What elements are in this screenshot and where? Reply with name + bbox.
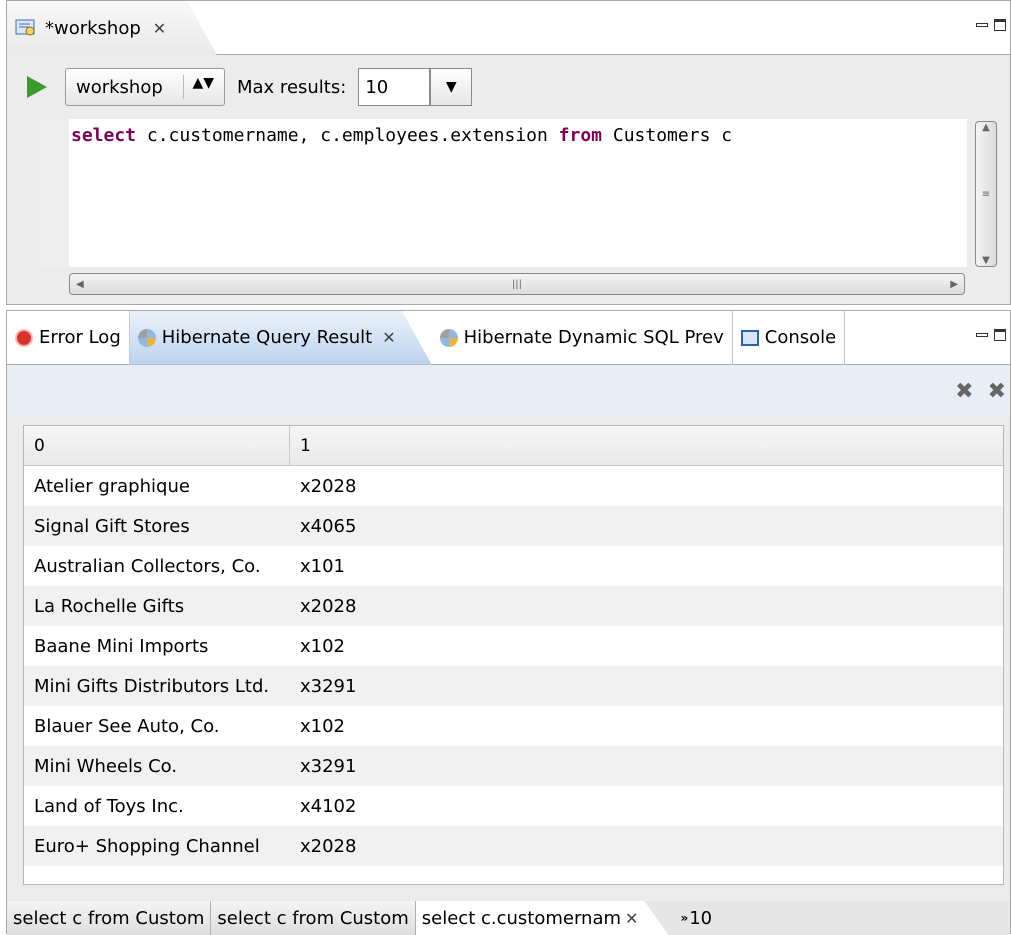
tab-hibernate-dynamic-sql[interactable]: Hibernate Dynamic SQL Prev: [432, 310, 733, 365]
query-toolbar: workshop ▲▼ Max results: 10 ▼: [7, 63, 1010, 111]
query-result-panel: Error Log Hibernate Query Result ✕ Hiber…: [6, 310, 1011, 935]
hql-editor-panel: *workshop ✕ workshop ▲▼ Max results: 10 …: [6, 0, 1011, 305]
editor-tab-workshop[interactable]: *workshop ✕: [7, 1, 217, 55]
scroll-up-icon[interactable]: ▲: [982, 122, 990, 133]
result-tab-active[interactable]: select c.customernam ✕: [416, 901, 669, 935]
view-tabstrip: Error Log Hibernate Query Result ✕ Hiber…: [7, 310, 1010, 365]
run-query-icon[interactable]: [27, 76, 47, 98]
cell-customer-name: Mini Wheels Co.: [34, 755, 178, 777]
scroll-right-icon[interactable]: ▶: [950, 279, 958, 290]
overflow-count: 10: [689, 907, 713, 929]
table-row[interactable]: La Rochelle Gifts x2028: [24, 586, 1003, 626]
cell-extension: x2028: [300, 475, 357, 497]
scroll-grip-icon: ≡: [981, 188, 991, 200]
keyword-from: from: [558, 125, 603, 146]
tab-overflow-button[interactable]: » 10: [668, 901, 712, 935]
cell-extension: x3291: [300, 755, 357, 777]
table-row[interactable]: Blauer See Auto, Co. x102: [24, 706, 1003, 746]
query-text-part2: Customers c: [602, 125, 733, 146]
table-row[interactable]: Land of Toys Inc. x4102: [24, 786, 1003, 826]
tab-label: Error Log: [39, 327, 121, 348]
cell-extension: x101: [300, 555, 346, 577]
table-row[interactable]: Atelier graphique x2028: [24, 466, 1003, 506]
cell-customer-name: Mini Gifts Distributors Ltd.: [34, 675, 270, 697]
cell-extension: x2028: [300, 595, 357, 617]
cell-extension: x2028: [300, 835, 357, 857]
configuration-value: workshop: [76, 76, 163, 98]
tab-close-icon[interactable]: ✕: [382, 328, 395, 347]
result-tab-label: select c.customernam: [421, 907, 622, 929]
result-tab-close-icon[interactable]: ✕: [625, 909, 638, 928]
cell-customer-name: Australian Collectors, Co.: [34, 555, 261, 577]
table-row[interactable]: Australian Collectors, Co. x101: [24, 546, 1003, 586]
scroll-grip-icon: |||: [511, 278, 523, 290]
column-header[interactable]: 0: [24, 426, 290, 465]
console-icon: [740, 329, 759, 346]
editor-tabstrip: *workshop ✕: [7, 1, 1010, 55]
editor-tab-close-icon[interactable]: ✕: [153, 19, 166, 38]
tab-hibernate-query-result[interactable]: Hibernate Query Result ✕: [130, 311, 432, 365]
hql-query-editor[interactable]: select c.customername, c.employees.exten…: [39, 119, 967, 267]
hibernate-icon: [439, 328, 458, 347]
cell-customer-name: Signal Gift Stores: [34, 515, 190, 537]
editor-tab-label: *workshop: [45, 17, 141, 39]
hql-editor-icon: [15, 19, 37, 37]
editor-horizontal-scrollbar[interactable]: ◀ ||| ▶: [69, 273, 965, 295]
keyword-select: select: [71, 125, 137, 146]
cell-customer-name: Land of Toys Inc.: [34, 795, 184, 817]
result-table: 0 1 Atelier graphique x2028 Signal Gift St…: [23, 425, 1004, 885]
cell-extension: x3291: [300, 675, 357, 697]
maximize-icon[interactable]: [994, 329, 1006, 341]
query-text-part1: c.customername, c.employees.extension: [136, 125, 559, 146]
max-results-dropdown-icon[interactable]: ▼: [430, 68, 473, 106]
cell-customer-name: Blauer See Auto, Co.: [34, 715, 220, 737]
table-row[interactable]: Baane Mini Imports x102: [24, 626, 1003, 666]
cell-extension: x102: [300, 715, 346, 737]
editor-window-controls: [976, 19, 1006, 31]
tab-error-log[interactable]: Error Log: [7, 310, 130, 365]
cell-customer-name: Euro+ Shopping Channel: [34, 835, 260, 857]
table-header: 0 1: [24, 426, 1003, 466]
editor-vertical-scrollbar[interactable]: ▲ ≡ ▼: [975, 121, 997, 267]
minimize-icon[interactable]: [976, 23, 988, 27]
table-row[interactable]: Mini Wheels Co. x3291: [24, 746, 1003, 786]
cell-customer-name: La Rochelle Gifts: [34, 595, 185, 617]
view-window-controls: [976, 329, 1006, 341]
table-body: Atelier graphique x2028 Signal Gift Stores…: [24, 466, 1003, 866]
cell-customer-name: Atelier graphique: [34, 475, 190, 497]
tab-console[interactable]: Console: [733, 310, 846, 365]
maximize-icon[interactable]: [994, 19, 1006, 31]
configuration-select[interactable]: workshop ▲▼: [65, 68, 225, 106]
chevron-double-icon: »: [680, 911, 689, 925]
max-results-combo: 10 ▼: [358, 68, 473, 106]
scroll-left-icon[interactable]: ◀: [76, 279, 84, 290]
remove-result-icon[interactable]: ✖: [955, 379, 973, 404]
cell-extension: x4102: [300, 795, 357, 817]
result-history-tabs: select c from Custom select c from Custo…: [7, 901, 1010, 935]
cell-customer-name: Baane Mini Imports: [34, 635, 209, 657]
column-header[interactable]: 1: [290, 426, 1003, 465]
result-tab[interactable]: select c from Custom: [7, 901, 212, 935]
remove-all-results-icon[interactable]: ✖: [988, 379, 1006, 404]
max-results-label: Max results:: [237, 76, 347, 98]
max-results-input[interactable]: 10: [358, 68, 431, 106]
hibernate-icon: [138, 329, 156, 347]
error-log-icon: [15, 328, 33, 347]
table-row[interactable]: Euro+ Shopping Channel x2028: [24, 826, 1003, 866]
tab-label: Hibernate Query Result: [161, 327, 373, 348]
table-row[interactable]: Mini Gifts Distributors Ltd. x3291: [24, 666, 1003, 706]
result-toolbar: ✖ ✖: [7, 365, 1010, 417]
result-tab[interactable]: select c from Custom: [211, 901, 416, 935]
spinner-arrows-icon: ▲▼: [183, 75, 214, 99]
table-row[interactable]: Signal Gift Stores x4065: [24, 506, 1003, 546]
tab-label: Console: [764, 327, 837, 348]
tab-label: Hibernate Dynamic SQL Prev: [463, 327, 724, 348]
minimize-icon[interactable]: [976, 333, 988, 337]
cell-extension: x102: [300, 635, 346, 657]
scroll-down-icon[interactable]: ▼: [982, 255, 990, 266]
cell-extension: x4065: [300, 515, 357, 537]
